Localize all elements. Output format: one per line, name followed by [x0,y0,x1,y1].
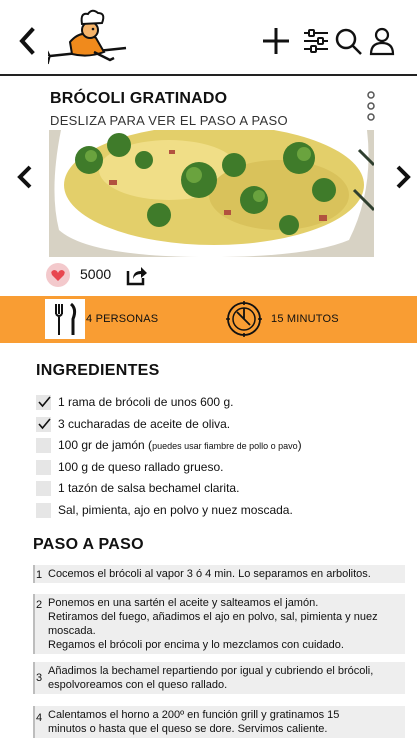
step-line: Ponemos en una sartén el aceite y saltea… [48,597,319,609]
social-row: 5000 [45,262,245,288]
search-icon[interactable] [333,26,365,56]
step-line: espolvoreamos con el queso rallado. [48,679,228,691]
like-count: 5000 [80,266,112,282]
share-icon[interactable] [125,263,149,287]
top-bar [0,0,417,76]
step-marker [33,594,35,654]
ingredient-text: 1 tazón de salsa bechamel clarita. [58,481,240,495]
step-card: 4 Calentamos el horno a 200º en función … [33,706,405,738]
ingredient-text: 100 gr de jamón (puedes usar fiambre de … [58,438,302,452]
step-text: Cocemos el brócoli al vapor 3 ó 4 min. L… [48,567,403,581]
step-line: Calentamos el horno a 200º en función gr… [48,709,340,721]
recipe-photo [49,130,374,257]
step-number: 4 [36,712,43,724]
ingredient-checkbox[interactable] [36,481,51,496]
ingredient-note: puedes usar fiambre de pollo o pavo [152,441,298,451]
cutlery-icon [45,299,85,339]
back-chevron-icon[interactable] [14,26,40,56]
step-line: Añadimos la bechamel repartiendo por igu… [48,665,374,677]
like-heart-icon[interactable] [45,262,71,288]
step-text: Ponemos en una sartén el aceite y saltea… [48,596,403,652]
ingredient-text: 3 cucharadas de aceite de oliva. [58,416,231,431]
ingredient-item[interactable]: 3 cucharadas de aceite de oliva. [36,415,406,437]
ingredient-checkbox[interactable] [36,416,51,432]
ingredient-item[interactable]: 100 g de queso rallado grueso. [36,458,406,480]
ingredient-text: 1 rama de brócoli de unos 600 g. [58,395,234,409]
filter-sliders-icon[interactable] [300,26,332,56]
step-number: 1 [36,569,43,581]
steps-heading: PASO A PASO [33,536,144,553]
step-line: Retiramos del fuego, añadimos el ajo en … [48,611,378,623]
ingredient-text: 100 g de queso rallado grueso. [58,459,224,474]
step-number: 3 [36,672,43,684]
checkmark-icon [38,417,51,429]
step-line: minutos o hasta que el queso se dore. Se… [48,723,328,735]
user-profile-icon[interactable] [366,26,398,56]
ingredients-list: 1 rama de brócoli de unos 600 g. 3 cucha… [36,393,406,522]
ingredient-item[interactable]: 1 tazón de salsa bechamel clarita. [36,479,406,501]
step-line: Cocemos el brócoli al vapor 3 ó 4 min. L… [48,568,371,580]
add-plus-icon[interactable] [260,26,292,56]
ingredient-checkbox[interactable] [36,459,51,475]
ingredient-checkbox[interactable] [36,502,51,518]
swipe-hint: DESLIZA PARA VER EL PASO A PASO [50,113,288,128]
step-marker [33,565,35,583]
previous-photo-chevron-icon[interactable] [14,162,36,192]
ingredient-item[interactable]: 100 gr de jamón (puedes usar fiambre de … [36,436,406,458]
step-card: 3 Añadimos la bechamel repartiendo por i… [33,662,405,694]
time-label: 15 MINUTOS [271,313,339,325]
step-text: Calentamos el horno a 200º en función gr… [48,708,403,736]
ingredient-suffix: ) [297,438,302,452]
recipe-title: BRÓCOLI GRATINADO [50,90,228,107]
ingredient-main: 100 gr de jamón ( [58,438,153,452]
step-card: 1 Cocemos el brócoli al vapor 3 ó 4 min.… [33,565,405,583]
step-line: Regamos el brócoli por encima y lo mezcl… [48,639,344,651]
step-number: 2 [36,599,43,611]
chef-witch-logo-icon[interactable] [48,8,128,70]
step-marker [33,662,35,694]
ingredient-item[interactable]: 1 rama de brócoli de unos 600 g. [36,393,406,415]
ingredient-checkbox[interactable] [36,395,51,410]
servings-label: 4 PERSONAS [86,313,159,325]
ingredient-checkbox[interactable] [36,438,51,453]
step-marker [33,706,35,738]
ingredient-text: Sal, pimienta, ajo en polvo y nuez mosca… [58,502,293,517]
clock-icon [226,301,262,337]
more-options-icon[interactable] [364,90,378,124]
recipe-info-band: 4 PERSONAS 15 MINUTOS [0,296,417,343]
step-text: Añadimos la bechamel repartiendo por igu… [48,664,403,692]
next-photo-chevron-icon[interactable] [392,162,414,192]
ingredients-heading: INGREDIENTES [36,362,160,379]
checkmark-icon [38,396,51,408]
step-line: moscada. [48,625,96,637]
step-card: 2 Ponemos en una sartén el aceite y salt… [33,594,405,654]
ingredient-item[interactable]: Sal, pimienta, ajo en polvo y nuez mosca… [36,501,406,523]
